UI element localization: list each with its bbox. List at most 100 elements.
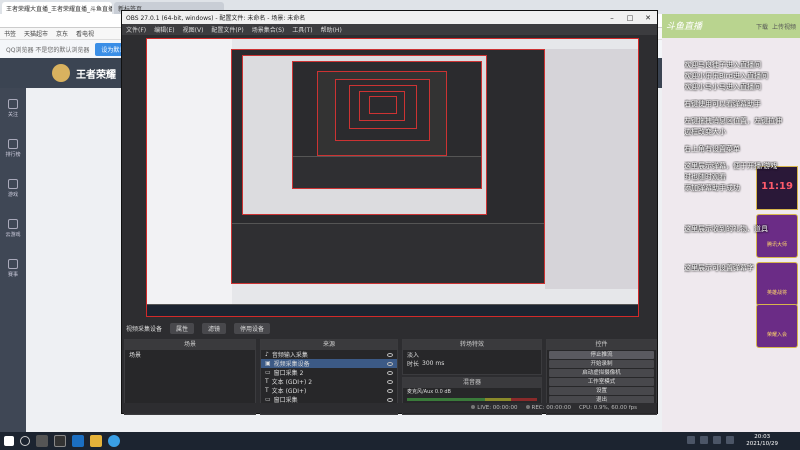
studio-mode-button[interactable]: 工作室模式	[549, 378, 654, 386]
camera-icon: ▣	[265, 360, 271, 367]
duration-value: 300 ms	[422, 360, 445, 367]
chat-line: 右上角有设置菜单	[684, 145, 740, 153]
menu-view[interactable]: 视图(V)	[183, 25, 204, 34]
eye-icon[interactable]	[387, 379, 393, 384]
obs-preview[interactable]	[146, 38, 639, 317]
active-source-label: 视频采集设备	[126, 325, 163, 333]
browser-tab-douyu[interactable]: 王者荣耀大直播_王者荣耀直播_斗鱼直播	[2, 2, 112, 14]
list-icon	[8, 138, 18, 149]
menu-profile[interactable]: 配置文件(P)	[211, 25, 243, 34]
source-label: 音频输入采集	[271, 352, 308, 359]
live-status: LIVE: 00:00:00	[471, 405, 518, 411]
task-view-icon[interactable]	[36, 435, 48, 447]
eye-icon[interactable]	[387, 361, 393, 366]
windows-start-icon[interactable]	[4, 436, 14, 446]
bookmark-item[interactable]: 京东	[56, 29, 68, 38]
notice-text: QQ浏览器 不是您的默认浏览器	[6, 46, 90, 54]
bookmark-item[interactable]: 书签	[4, 29, 16, 38]
chat-line: 欢迎马良徒子进入直播间	[684, 61, 761, 69]
menu-help[interactable]: 帮助(H)	[321, 25, 342, 34]
heart-icon	[8, 98, 18, 109]
maximize-icon[interactable]: □	[621, 14, 639, 22]
filters-button[interactable]: 滤镜	[202, 322, 227, 334]
sidebar-item-label: 排行榜	[5, 151, 21, 158]
chat-line: 这里展示弹幕，便于开播/游戏	[684, 162, 778, 170]
transition-select[interactable]: 淡入	[403, 350, 541, 359]
text-icon: T	[265, 387, 269, 394]
microphone-icon: ♪	[265, 351, 269, 358]
source-item[interactable]: T 文本 (GDI+) 2	[261, 377, 397, 386]
chat-line: 右键使用可以看弹幕助手	[684, 100, 761, 108]
eye-icon[interactable]	[387, 388, 393, 393]
search-icon[interactable]	[20, 436, 30, 446]
transitions-dock: 转场特效 淡入 时长 300 ms	[402, 339, 542, 375]
stop-streaming-button[interactable]: 停止推流	[549, 351, 654, 359]
browser-icon[interactable]	[108, 435, 120, 447]
clock-time: 20:03	[754, 434, 771, 440]
deactivate-device-button[interactable]: 停用设备	[234, 322, 271, 334]
upload-video-link[interactable]: 上传视频	[772, 22, 796, 31]
eye-icon[interactable]	[387, 397, 393, 402]
cloud-icon	[8, 218, 18, 229]
source-item[interactable]: ▣ 视频采集设备	[261, 359, 397, 368]
settings-button[interactable]: 设置	[549, 387, 654, 395]
eye-icon[interactable]	[387, 370, 393, 375]
eye-icon[interactable]	[387, 352, 393, 357]
room-toolbar: 下载 上传视频	[662, 18, 800, 34]
menu-edit[interactable]: 编辑(E)	[154, 25, 174, 34]
bookmark-item[interactable]: 天猫超市	[24, 29, 48, 38]
system-tray	[687, 436, 734, 444]
chat-line: 添加弹幕助手成功	[684, 184, 740, 192]
menu-tools[interactable]: 工具(T)	[292, 25, 312, 34]
properties-button[interactable]: 属性	[170, 322, 195, 334]
tray-icon[interactable]	[687, 436, 695, 444]
input-method-icon[interactable]	[726, 436, 734, 444]
source-label: 文本 (GDI+)	[271, 388, 307, 395]
transition-duration[interactable]: 时长 300 ms	[403, 359, 541, 368]
sidebar-item-ranking[interactable]: 排行榜	[0, 128, 26, 168]
scene-item[interactable]: 场景	[125, 350, 255, 359]
sidebar-item-events[interactable]: 赛事	[0, 248, 26, 288]
source-item[interactable]: ♪ 音频输入采集	[261, 350, 397, 359]
start-recording-button[interactable]: 开始录制	[549, 360, 654, 368]
window-icon: ▭	[265, 369, 271, 376]
download-link[interactable]: 下载	[756, 22, 768, 31]
chat-line: 左键拖拽消息区位置，左键拉伸	[684, 117, 782, 125]
site-sidebar: 关注 排行榜 游戏 云游戏 赛事	[0, 88, 26, 432]
menu-scene-collection[interactable]: 场景集合(S)	[252, 25, 285, 34]
obs-app-icon[interactable]	[54, 435, 66, 447]
chat-line: 欢迎小乐乐Bird进入直播间	[684, 72, 768, 80]
volume-meter	[407, 398, 537, 401]
steam-icon[interactable]	[72, 435, 84, 447]
obs-menu-bar: 文件(F) 编辑(E) 视图(V) 配置文件(P) 场景集合(S) 工具(T) …	[122, 24, 657, 35]
chat-line: 这里展示可设置弹幕字	[684, 264, 754, 272]
brand-name: 王者荣耀	[76, 69, 116, 81]
live-dot-icon	[471, 405, 476, 409]
sidebar-item-label: 赛事	[7, 271, 18, 278]
volume-icon[interactable]	[713, 436, 721, 444]
controls-title: 控件	[547, 340, 656, 350]
sidebar-item-label: 游戏	[7, 191, 18, 198]
chat-line: 边框改变大小	[684, 128, 726, 136]
taskbar-clock[interactable]: 20:03 2021/10/29	[746, 434, 778, 448]
menu-file[interactable]: 文件(F)	[126, 25, 146, 34]
duration-label: 时长	[407, 361, 420, 368]
close-icon[interactable]: ✕	[639, 14, 657, 22]
source-item[interactable]: ▭ 窗口采集 2	[261, 368, 397, 377]
window-icon: ▭	[265, 396, 271, 403]
sidebar-item-follow[interactable]: 关注	[0, 88, 26, 128]
file-explorer-icon[interactable]	[90, 435, 102, 447]
sidebar-item-games[interactable]: 游戏	[0, 168, 26, 208]
sidebar-item-cloud-game[interactable]: 云游戏	[0, 208, 26, 248]
trophy-icon	[8, 258, 18, 269]
minimize-icon[interactable]: –	[603, 14, 621, 22]
gift-card[interactable]: 荣耀入会	[756, 304, 798, 348]
track-label: 麦克风/Aux	[407, 389, 434, 395]
source-item[interactable]: T 文本 (GDI+)	[261, 386, 397, 395]
gamepad-icon	[8, 178, 18, 189]
taskbar: 20:03 2021/10/29	[0, 432, 800, 450]
bookmark-item[interactable]: 看电视	[76, 29, 94, 38]
virtual-camera-button[interactable]: 启动虚拟摄像机	[549, 369, 654, 377]
network-icon[interactable]	[700, 436, 708, 444]
source-label: 文本 (GDI+) 2	[271, 379, 313, 386]
